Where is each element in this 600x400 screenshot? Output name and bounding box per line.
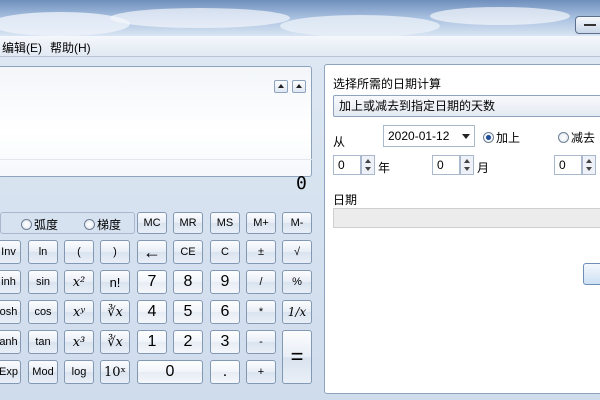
key-7[interactable]: 7	[137, 270, 167, 294]
key-cube-root[interactable]: ∛x	[100, 330, 130, 354]
key-cos[interactable]: cos	[28, 300, 58, 324]
key-ce[interactable]: CE	[173, 240, 203, 264]
radio-radians-label: 梯度	[97, 218, 122, 232]
result-date-field	[333, 208, 600, 228]
key-6[interactable]: 6	[210, 300, 240, 324]
title-bar	[0, 0, 600, 36]
years-spinner[interactable]	[361, 155, 375, 175]
display-divider	[0, 159, 313, 160]
key-y-root-x[interactable]: ∛x	[100, 300, 130, 324]
key-2[interactable]: 2	[173, 330, 203, 354]
key-0[interactable]: 0	[137, 360, 203, 384]
date-panel-heading: 选择所需的日期计算	[333, 77, 442, 91]
radio-add[interactable]: 加上	[483, 129, 520, 146]
display-panel	[0, 66, 313, 177]
key-add[interactable]: +	[246, 360, 276, 384]
minimize-button[interactable]	[575, 16, 600, 34]
years-label: 年	[378, 161, 391, 175]
menu-edit[interactable]: 编辑(E)	[2, 39, 42, 56]
months-label: 月	[477, 161, 490, 175]
menu-bar: 编辑(E) 帮助(H)	[0, 36, 600, 57]
key-x-power-y[interactable]: xʸ	[64, 300, 94, 324]
radio-circle-icon	[21, 219, 32, 230]
key-9[interactable]: 9	[210, 270, 240, 294]
result-date-label: 日期	[333, 193, 358, 207]
key-decimal[interactable]: .	[210, 360, 240, 384]
years-input[interactable]: 0	[333, 155, 361, 175]
key-left-paren[interactable]: (	[64, 240, 94, 264]
history-down-button[interactable]	[292, 80, 306, 93]
key-exp[interactable]: Exp	[0, 360, 21, 384]
radio-gradians[interactable]: 弧度	[21, 216, 58, 233]
key-divide[interactable]: /	[246, 270, 276, 294]
key-plus-minus[interactable]: ±	[246, 240, 276, 264]
key-right-paren[interactable]: )	[100, 240, 130, 264]
key-sinh[interactable]: inh	[0, 270, 21, 294]
radio-subtract-label: 减去	[571, 131, 596, 145]
radio-selected-icon	[483, 132, 494, 143]
radio-circle-icon	[84, 219, 95, 230]
key-5[interactable]: 5	[173, 300, 203, 324]
date-picker[interactable]: 2020-01-12	[383, 125, 475, 147]
from-label: 从	[333, 135, 346, 149]
days-spinner[interactable]	[582, 155, 596, 175]
key-sqrt[interactable]: √	[282, 240, 312, 264]
key-c[interactable]: C	[210, 240, 240, 264]
radio-add-label: 加上	[496, 131, 521, 145]
key-tanh[interactable]: anh	[0, 330, 21, 354]
months-spinner[interactable]	[460, 155, 474, 175]
key-equals[interactable]: =	[282, 330, 312, 384]
key-ln[interactable]: ln	[28, 240, 58, 264]
key-3[interactable]: 3	[210, 330, 240, 354]
display-value: 0	[296, 173, 307, 194]
radio-circle-icon	[558, 132, 569, 143]
sky-background	[0, 0, 600, 36]
date-picker-value: 2020-01-12	[388, 129, 450, 143]
key-sin[interactable]: sin	[28, 270, 58, 294]
chevron-down-icon	[462, 134, 470, 139]
key-backspace[interactable]: ←	[137, 240, 167, 264]
radio-subtract[interactable]: 减去	[558, 129, 595, 146]
key-ten-power-x[interactable]: 10ˣ	[100, 360, 130, 384]
radio-radians[interactable]: 梯度	[84, 216, 121, 233]
key-mr[interactable]: MR	[173, 212, 203, 234]
key-mminus[interactable]: M-	[282, 212, 312, 234]
key-subtract[interactable]: -	[246, 330, 276, 354]
date-calculation-panel: 选择所需的日期计算 加上或减去到指定日期的天数 从 2020-01-12 加上 …	[324, 64, 600, 394]
key-mplus[interactable]: M+	[246, 212, 276, 234]
angle-units-group: 弧度 梯度	[0, 212, 135, 234]
date-mode-select[interactable]: 加上或减去到指定日期的天数	[333, 95, 600, 117]
key-tan[interactable]: tan	[28, 330, 58, 354]
key-log[interactable]: log	[64, 360, 94, 384]
calculator-body: 0 弧度 梯度 MC MR MS M+ M- Inv ln ( ) ← CE C…	[0, 57, 600, 400]
date-mode-value: 加上或减去到指定日期的天数	[339, 99, 496, 113]
months-input[interactable]: 0	[432, 155, 460, 175]
menu-help[interactable]: 帮助(H)	[50, 39, 91, 56]
key-inv[interactable]: Inv	[0, 240, 21, 264]
calculate-button[interactable]	[583, 263, 600, 285]
days-input[interactable]: 0	[554, 155, 582, 175]
key-percent[interactable]: %	[282, 270, 312, 294]
key-8[interactable]: 8	[173, 270, 203, 294]
radio-gradians-label: 弧度	[34, 218, 59, 232]
history-up-button[interactable]	[274, 80, 288, 93]
key-x-squared[interactable]: x²	[64, 270, 94, 294]
key-mod[interactable]: Mod	[28, 360, 58, 384]
key-reciprocal[interactable]: 1/x	[282, 300, 312, 324]
key-mc[interactable]: MC	[137, 212, 167, 234]
key-4[interactable]: 4	[137, 300, 167, 324]
key-ms[interactable]: MS	[210, 212, 240, 234]
key-1[interactable]: 1	[137, 330, 167, 354]
key-multiply[interactable]: *	[246, 300, 276, 324]
key-cosh[interactable]: osh	[0, 300, 21, 324]
key-x-cubed[interactable]: x³	[64, 330, 94, 354]
key-factorial[interactable]: n!	[100, 270, 130, 294]
